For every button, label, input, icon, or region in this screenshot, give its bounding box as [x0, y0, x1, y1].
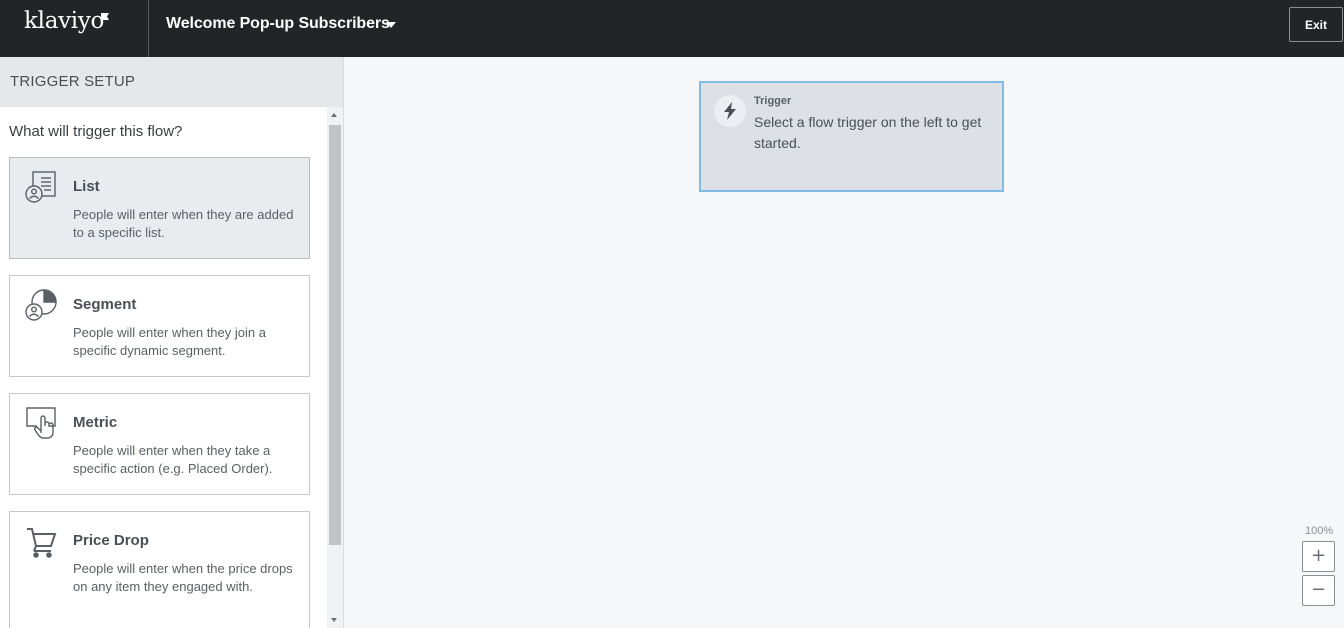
trigger-node-label: Trigger — [754, 95, 792, 107]
trigger-option-price-drop[interactable]: Price Drop People will enter when the pr… — [9, 511, 310, 628]
trigger-option-description: People will enter when they are added to… — [73, 207, 294, 240]
zoom-out-button[interactable]: − — [1302, 575, 1335, 606]
trigger-option-title: List — [73, 178, 100, 195]
metric-icon — [24, 406, 60, 442]
zoom-in-button[interactable]: + — [1302, 541, 1335, 572]
sidebar-scrollbar[interactable] — [327, 107, 343, 628]
trigger-question: What will trigger this flow? — [9, 123, 183, 140]
trigger-option-description: People will enter when they take a speci… — [73, 443, 273, 476]
scroll-down-arrow-icon[interactable] — [331, 618, 337, 622]
klaviyo-logo[interactable]: klaviyo — [0, 0, 149, 57]
segment-icon — [24, 288, 60, 324]
trigger-option-segment[interactable]: Segment People will enter when they join… — [9, 275, 310, 377]
chevron-down-icon[interactable] — [386, 22, 396, 28]
trigger-node[interactable]: Trigger Select a flow trigger on the lef… — [699, 81, 1004, 192]
sidebar-header: TRIGGER SETUP — [0, 57, 343, 107]
trigger-option-title: Segment — [73, 296, 137, 313]
zoom-level: 100% — [1305, 525, 1334, 537]
cart-icon — [24, 524, 60, 560]
trigger-node-text: Select a flow trigger on the left to get… — [754, 114, 982, 151]
trigger-setup-sidebar: TRIGGER SETUP What will trigger this flo… — [0, 57, 344, 628]
scroll-up-arrow-icon[interactable] — [331, 113, 337, 117]
logo-text: klaviyo — [24, 8, 105, 34]
trigger-option-list[interactable]: List People will enter when they are add… — [9, 157, 310, 259]
sidebar-title: TRIGGER SETUP — [10, 73, 136, 90]
exit-button[interactable]: Exit — [1289, 7, 1343, 42]
trigger-option-title: Price Drop — [73, 532, 149, 549]
list-icon — [24, 170, 60, 206]
trigger-option-description: People will enter when the price drops o… — [73, 561, 293, 594]
logo-flag-icon — [101, 13, 109, 20]
lightning-bolt-icon — [714, 95, 746, 127]
trigger-option-metric[interactable]: Metric People will enter when they take … — [9, 393, 310, 495]
scrollbar-thumb[interactable] — [329, 125, 341, 545]
trigger-option-description: People will enter when they join a speci… — [73, 325, 266, 358]
trigger-option-title: Metric — [73, 414, 118, 431]
flow-title[interactable]: Welcome Pop-up Subscribers — [166, 15, 390, 33]
top-bar: klaviyo Welcome Pop-up Subscribers Exit — [0, 0, 1344, 57]
